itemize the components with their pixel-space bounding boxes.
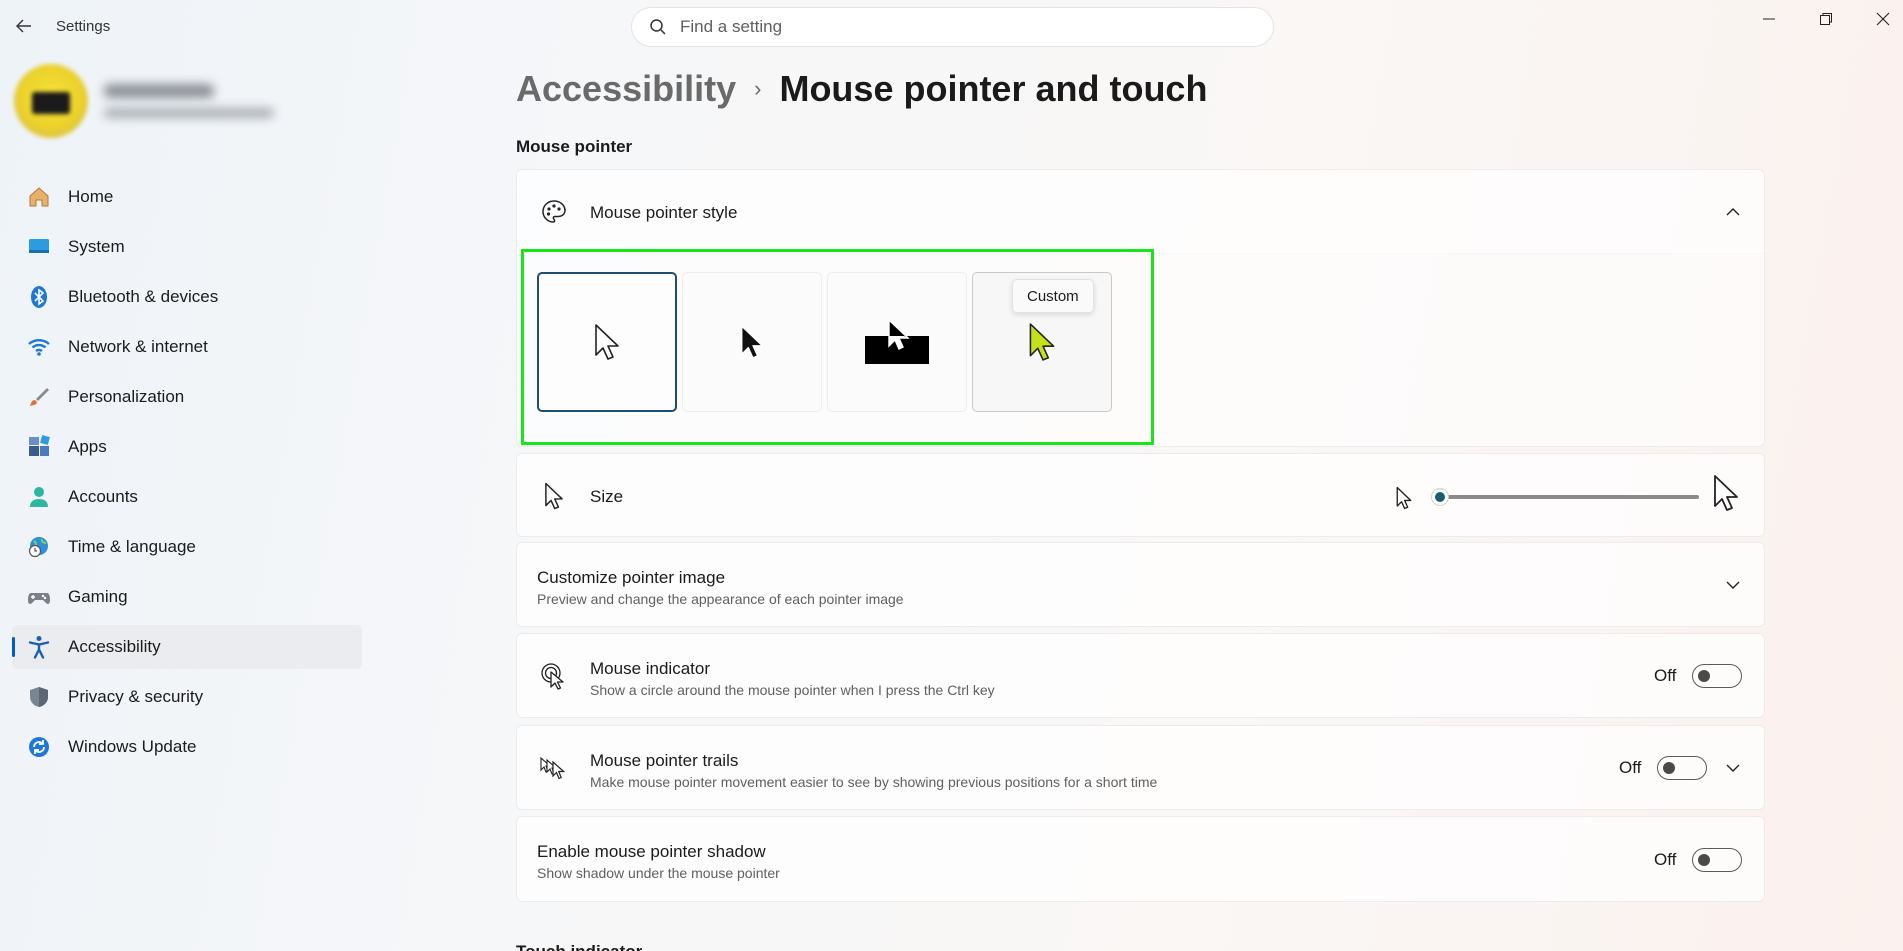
chevron-up-icon[interactable] [1723,202,1743,222]
minimize-icon [1763,18,1775,20]
search-box[interactable] [631,7,1274,47]
globe-clock-icon [26,534,52,560]
mouse-indicator-toggle[interactable] [1692,664,1743,688]
chevron-down-icon[interactable] [1723,575,1743,595]
mouse-indicator-desc: Show a circle around the mouse pointer w… [590,682,995,698]
breadcrumb: Accessibility › Mouse pointer and touch [516,68,1207,110]
sidebar-item-accounts[interactable]: Accounts [12,475,362,519]
mouse-indicator-card: Mouse indicator Show a circle around the… [516,633,1765,718]
pointer-shadow-title: Enable mouse pointer shadow [537,842,766,861]
sidebar-nav: Home System Bluetooth & devices Network … [12,175,362,775]
bluetooth-icon [26,284,52,310]
pointer-shadow-card: Enable mouse pointer shadow Show shadow … [516,816,1765,902]
page-title: Mouse pointer and touch [779,68,1208,109]
accounts-icon [26,484,52,510]
profile-name-blurred [104,84,214,98]
shield-icon [26,684,52,710]
size-title: Size [590,487,624,506]
pointer-trails-desc: Make mouse pointer movement easier to se… [590,774,1158,790]
title-bar: Settings [0,0,1903,52]
sidebar-item-gaming[interactable]: Gaming [12,575,362,619]
sidebar-item-privacy[interactable]: Privacy & security [12,675,362,719]
restore-button[interactable] [1803,4,1849,34]
minimize-button[interactable] [1746,4,1792,34]
pointer-trails-card: Mouse pointer trails Make mouse pointer … [516,725,1765,810]
mouse-indicator-state: Off [1654,666,1677,685]
customize-pointer-card[interactable]: Customize pointer image Preview and chan… [516,542,1765,627]
chevron-right-icon: › [754,76,762,101]
restore-icon [1820,13,1832,25]
pointer-trails-icon [539,753,569,783]
update-icon [26,734,52,760]
arrow-left-icon [16,19,31,33]
accessibility-icon [26,634,52,660]
pointer-shadow-desc: Show shadow under the mouse pointer [537,865,780,881]
gamepad-icon [26,584,52,610]
wifi-icon [26,334,52,360]
breadcrumb-parent-link[interactable]: Accessibility [516,68,736,110]
apps-icon [26,434,52,460]
palette-icon [539,197,569,227]
back-button[interactable] [12,14,36,38]
sidebar-item-time-language[interactable]: Time & language [12,525,362,569]
search-input[interactable] [680,17,1240,37]
avatar [14,64,88,138]
section-title-mouse-pointer: Mouse pointer [516,137,633,156]
pointer-trails-state: Off [1619,758,1642,777]
brush-icon [26,384,52,410]
pointer-trails-title: Mouse pointer trails [590,751,739,770]
sidebar-item-personalization[interactable]: Personalization [12,375,362,419]
home-icon [26,184,52,210]
close-icon [1876,12,1890,26]
slider-thumb[interactable] [1431,488,1449,506]
slider-track [1437,495,1699,499]
pointer-trails-toggle-group: Off [1619,756,1708,780]
search-icon [648,17,668,37]
large-cursor-icon [1713,474,1739,517]
close-button[interactable] [1860,4,1903,34]
section-title-touch: Touch indicator [516,942,646,951]
mouse-indicator-toggle-group: Off [1654,664,1743,688]
pointer-size-icon [539,481,569,511]
customize-pointer-title: Customize pointer image [537,568,726,587]
sidebar-item-system[interactable]: System [12,225,362,269]
small-cursor-icon [1396,486,1412,515]
sidebar-item-apps[interactable]: Apps [12,425,362,469]
profile-email-blurred [104,108,274,118]
system-icon [26,234,52,260]
sidebar-item-home[interactable]: Home [12,175,362,219]
highlight-box [521,249,1154,445]
chevron-down-icon[interactable] [1723,758,1743,778]
mouse-pointer-style-title: Mouse pointer style [590,203,738,222]
sidebar-item-windows-update[interactable]: Windows Update [12,725,362,769]
mouse-pointer-style-card[interactable]: Mouse pointer style [516,169,1765,254]
mouse-indicator-icon [539,661,569,691]
mouse-indicator-title: Mouse indicator [590,659,711,678]
user-profile[interactable] [14,64,314,144]
pointer-size-slider[interactable] [1431,488,1701,506]
sidebar-item-bluetooth[interactable]: Bluetooth & devices [12,275,362,319]
pointer-shadow-toggle[interactable] [1692,848,1743,872]
sidebar-item-network[interactable]: Network & internet [12,325,362,369]
pointer-trails-toggle[interactable] [1657,756,1708,780]
sidebar-item-accessibility[interactable]: Accessibility [12,625,362,669]
pointer-shadow-state: Off [1654,850,1677,869]
customize-pointer-desc: Preview and change the appearance of eac… [537,591,904,607]
pointer-shadow-toggle-group: Off [1654,848,1743,872]
app-title: Settings [56,18,111,35]
